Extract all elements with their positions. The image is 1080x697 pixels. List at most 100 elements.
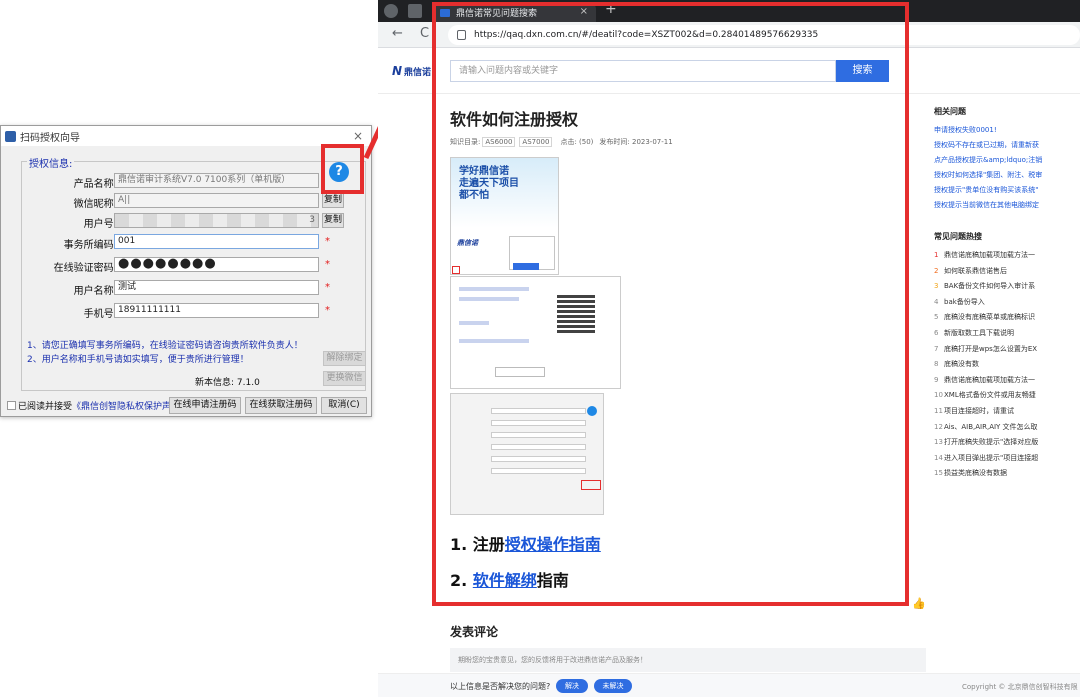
related-link[interactable]: 授权码不存在或已过期，请重新获 [934,138,1080,153]
firm-code-input[interactable]: 001 [114,234,319,249]
hot-item[interactable]: 9 鼎信诺底稿加载项加载方法一 [934,373,1080,389]
hot-item[interactable]: 13打开底稿失败提示"选择对应版 [934,435,1080,451]
search-button[interactable]: 搜索 [836,60,889,82]
hot-text: 如何联系鼎信诺售后 [944,266,1007,275]
search-input[interactable]: 请输入问题内容或关键字 [450,60,836,82]
hot-item[interactable]: 7 底稿打开是wps怎么设置为EX [934,342,1080,358]
hot-text: 鼎信诺底稿加载项加载方法一 [944,251,1035,259]
wechat-nickname-field: A|| [114,193,319,208]
firm-code-label: 事务所编码: [63,240,117,251]
meta-tag[interactable]: AS7000 [519,137,553,147]
related-link[interactable]: 授权时如何选择"集团、附注、税审 [934,168,1080,183]
verify-password-input[interactable]: ●●●●●●●● [114,257,319,272]
feedback-bar: 以上信息是否解决您的问题? 解决 未解决 Copyright © 北京鼎信创智科… [378,673,1080,697]
profile-icon[interactable] [384,4,398,18]
related-link[interactable]: 授权提示当前微信在其他电脑绑定 [934,198,1080,213]
hot-text: 底稿没有数 [944,360,979,369]
tab-active[interactable]: 鼎信诺常见问题搜索 × [432,3,596,22]
text-line [459,297,519,301]
tab-actions-icon[interactable] [408,4,422,18]
back-icon[interactable]: ← [392,26,403,41]
rank-number: 13 [934,438,943,447]
user-name-label: 用户名称: [73,286,117,297]
field-line [491,420,586,426]
hot-item[interactable]: 15损益类底稿没有数据 [934,466,1080,482]
online-get-button[interactable]: 在线获取注册码 [245,397,317,414]
hot-heading: 常见问题热搜 [934,232,982,241]
related-link[interactable]: 授权提示"贵单位没有购买该系统" [934,183,1080,198]
related-link[interactable]: 申请授权失败0001! [934,123,1080,138]
unbind-guide-link[interactable]: 软件解绑 [473,571,537,590]
rank-number: 9 [934,375,939,384]
meta-category: 知识目录: [450,138,481,146]
required-mark: * [325,259,330,270]
url-text: https://qaq.dxn.com.cn/#/deatil?code=XSZ… [474,30,819,40]
login-highlight [452,266,460,274]
rank-number: 8 [934,360,939,369]
hot-text: BAK备份文件如何导入审计系 [944,282,1036,291]
related-link[interactable]: 点产品授权提示&amp;ldquo;注销 [934,153,1080,168]
guide-2-prefix: 2. [450,571,473,590]
online-apply-button[interactable]: 在线申请注册码 [169,397,241,414]
hot-item[interactable]: 10XML格式备份文件或用友畅捷 [934,388,1080,404]
hot-item[interactable]: 14进入项目弹出提示"项目连接超 [934,451,1080,467]
field-line [491,444,586,450]
wizard-screenshot [450,393,604,515]
site-logo[interactable]: N 鼎信诺 [392,64,431,78]
article-title: 软件如何注册授权 [450,110,579,129]
thumbs-up-icon[interactable]: 👍 [912,597,926,610]
comment-input[interactable]: 期盼您的宝贵意见，您的反馈将用于改进鼎信诺产品及服务！ [450,648,926,672]
sidebar: 相关问题 申请授权失败0001! 授权码不存在或已过期，请重新获 点产品授权提示… [934,106,1080,482]
feedback-question: 以上信息是否解决您的问题? [450,682,551,691]
hot-item[interactable]: 2 如何联系鼎信诺售后 [934,264,1080,280]
solved-button[interactable]: 解决 [556,679,588,693]
address-bar[interactable]: https://qaq.dxn.com.cn/#/deatil?code=XSZ… [448,25,1080,45]
hot-text: 鼎信诺底稿加载项加载方法一 [944,375,1035,384]
auth-guide-link[interactable]: 授权操作指南 [505,535,601,554]
unbind-button[interactable]: 解除绑定 [323,351,366,366]
wechat-nickname-label: 微信昵称: [73,199,117,210]
rank-number: 2 [934,266,939,275]
new-tab-icon[interactable]: + [605,1,617,17]
hot-item[interactable]: 6 新版取数工具下载说明 [934,326,1080,342]
hot-text: XML格式备份文件或用友畅捷 [944,391,1036,400]
hot-item[interactable]: 1 鼎信诺底稿加载项加载方法一 [934,248,1080,264]
hot-item[interactable]: 12Ais、AIB,AIR,AIY 文件怎么取 [934,420,1080,436]
hot-text: 进入项目弹出提示"项目连接超 [944,453,1039,462]
copy-userid-button[interactable]: 复制 [322,213,344,228]
agree-prefix: 已阅读并接受 [18,402,73,412]
copy-nickname-button[interactable]: 复制 [322,193,344,208]
browser-window: 鼎信诺常见问题搜索 × + ← C https://qaq.dxn.com.cn… [378,0,1080,697]
field-line [491,432,586,438]
user-name-input[interactable]: 测试 [114,280,319,295]
hot-text: 打开底稿失败提示"选择对应版 [944,438,1039,447]
tab-close-icon[interactable]: × [580,6,588,17]
guide-heading-1: 1. 注册授权操作指南 [450,531,601,555]
rank-number: 10 [934,391,943,400]
field-row-username: 用户名称: 测试 * [1,280,373,297]
rank-number: 15 [934,469,943,478]
cancel-button[interactable]: 取消(C) [321,397,367,414]
hot-item[interactable]: 11项目连接超时，请重试 [934,404,1080,420]
hot-item[interactable]: 5 底稿没有底稿菜单或底稿标识 [934,310,1080,326]
verify-password-label: 在线验证密码: [53,263,117,274]
field-row-password: 在线验证密码: ●●●●●●●● * [1,257,373,274]
reload-icon[interactable]: C [420,26,429,41]
checkbox-icon[interactable] [7,401,16,410]
field-row-wechat: 微信昵称: A|| 复制 [1,193,373,210]
meta-tag[interactable]: AS6000 [482,137,516,147]
field-row-firm: 事务所编码: 001 * [1,234,373,251]
hot-item[interactable]: 3 BAK备份文件如何导入审计系 [934,279,1080,295]
lock-icon[interactable] [457,30,466,40]
copyright: Copyright © 北京鼎信创智科技有限 [962,683,1078,691]
unsolved-button[interactable]: 未解决 [594,679,632,693]
hot-item[interactable]: 8 底稿没有数 [934,357,1080,373]
change-wechat-button[interactable]: 更换微信 [323,371,366,386]
phone-label: 手机号: [83,309,117,320]
agree-checkbox[interactable]: 已阅读并接受 《鼎信创智隐私权保护声明》 [7,399,189,412]
hot-item[interactable]: 4 bak备份导入 [934,295,1080,311]
phone-input[interactable]: 18911111111 [114,303,319,318]
article-meta: 知识目录: AS6000 AS7000 点击: (50) 发布时间: 2023-… [450,137,910,147]
field-line [491,468,586,474]
required-mark: * [325,282,330,293]
